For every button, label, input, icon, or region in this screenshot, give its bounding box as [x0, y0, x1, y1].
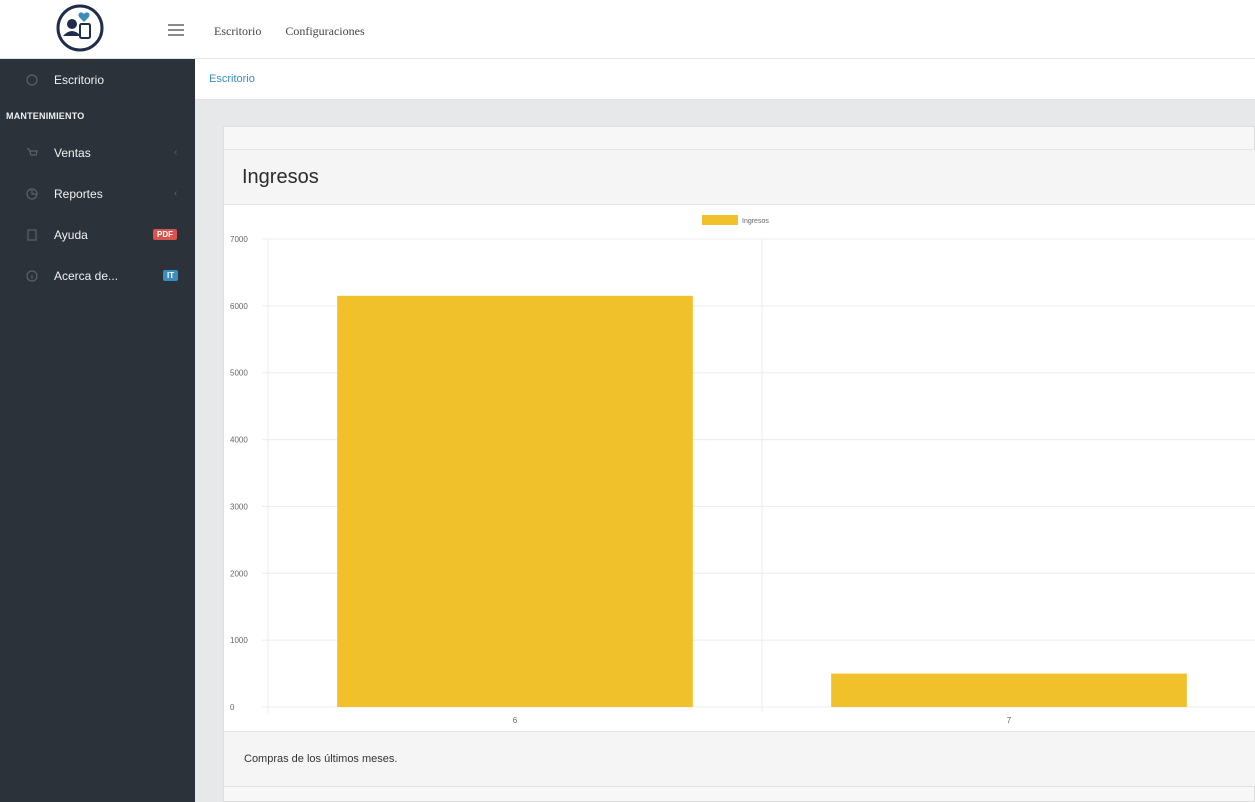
y-tick-label: 1000 [230, 636, 248, 645]
sidebar-item-label: Ventas [54, 145, 91, 160]
card-footer: Compras de los últimos meses. [224, 731, 1255, 787]
y-tick-label: 6000 [230, 302, 248, 311]
book-icon [27, 228, 37, 241]
ingresos-card: Ingresos 0 1000 2000 3000 4000 5000 6000 7000 6 7… [223, 126, 1255, 802]
bar [337, 295, 693, 707]
bar [831, 673, 1187, 707]
menu-toggle-icon[interactable] [168, 24, 184, 36]
legend-label: Ingresos [742, 218, 769, 225]
it-badge: IT [163, 270, 179, 281]
sidebar-item-ventas[interactable]: Ventas ‹ [0, 132, 195, 173]
sidebar-item-label: Escritorio [54, 72, 105, 87]
chevron-left-icon: ‹ [174, 147, 178, 158]
y-tick-label: 3000 [230, 502, 248, 511]
sidebar-item-label: Acerca de... [54, 268, 119, 283]
dashboard-icon [26, 73, 38, 86]
sidebar: Escritorio MANTENIMIENTO Ventas ‹ Report… [0, 59, 195, 802]
nav-configuraciones[interactable]: Configuraciones [285, 24, 364, 39]
card-title: Ingresos [224, 149, 1255, 205]
sidebar-item-ayuda[interactable]: Ayuda PDF [0, 214, 195, 255]
chevron-left-icon: ‹ [174, 188, 178, 199]
chart-icon [26, 187, 38, 200]
y-tick-label: 5000 [230, 369, 248, 378]
breadcrumb: Escritorio [195, 59, 1255, 100]
top-nav: Escritorio Configuraciones [214, 24, 365, 39]
sidebar-item-reportes[interactable]: Reportes ‹ [0, 173, 195, 214]
ingresos-bar-chart: 0 1000 2000 3000 4000 5000 6000 7000 6 7 Ingresos [230, 215, 1255, 725]
info-icon [26, 269, 38, 282]
sidebar-item-acerca[interactable]: Acerca de... IT [0, 255, 195, 296]
main-content: Ingresos 0 1000 2000 3000 4000 5000 6000 7000 6 7… [195, 100, 1255, 802]
sidebar-item-escritorio[interactable]: Escritorio [0, 59, 195, 100]
y-tick-label: 4000 [230, 436, 248, 445]
x-tick-label: 6 [513, 716, 518, 725]
cart-icon [27, 147, 38, 156]
chart-area: 0 1000 2000 3000 4000 5000 6000 7000 6 7 Ingresos [224, 205, 1255, 731]
nav-escritorio[interactable]: Escritorio [214, 24, 261, 39]
top-navbar: Escritorio Configuraciones [0, 0, 1255, 59]
breadcrumb-item[interactable]: Escritorio [209, 73, 255, 85]
logo-icon [56, 4, 104, 52]
y-tick-label: 2000 [230, 569, 248, 578]
sidebar-item-label: Ayuda [54, 227, 88, 242]
legend-swatch [702, 215, 738, 225]
sidebar-section-header: MANTENIMIENTO [6, 111, 85, 121]
sidebar-item-label: Reportes [54, 186, 103, 201]
y-tick-label: 7000 [230, 235, 248, 244]
pdf-badge: PDF [153, 229, 177, 240]
y-tick-label: 0 [230, 703, 235, 712]
x-tick-label: 7 [1007, 716, 1012, 725]
